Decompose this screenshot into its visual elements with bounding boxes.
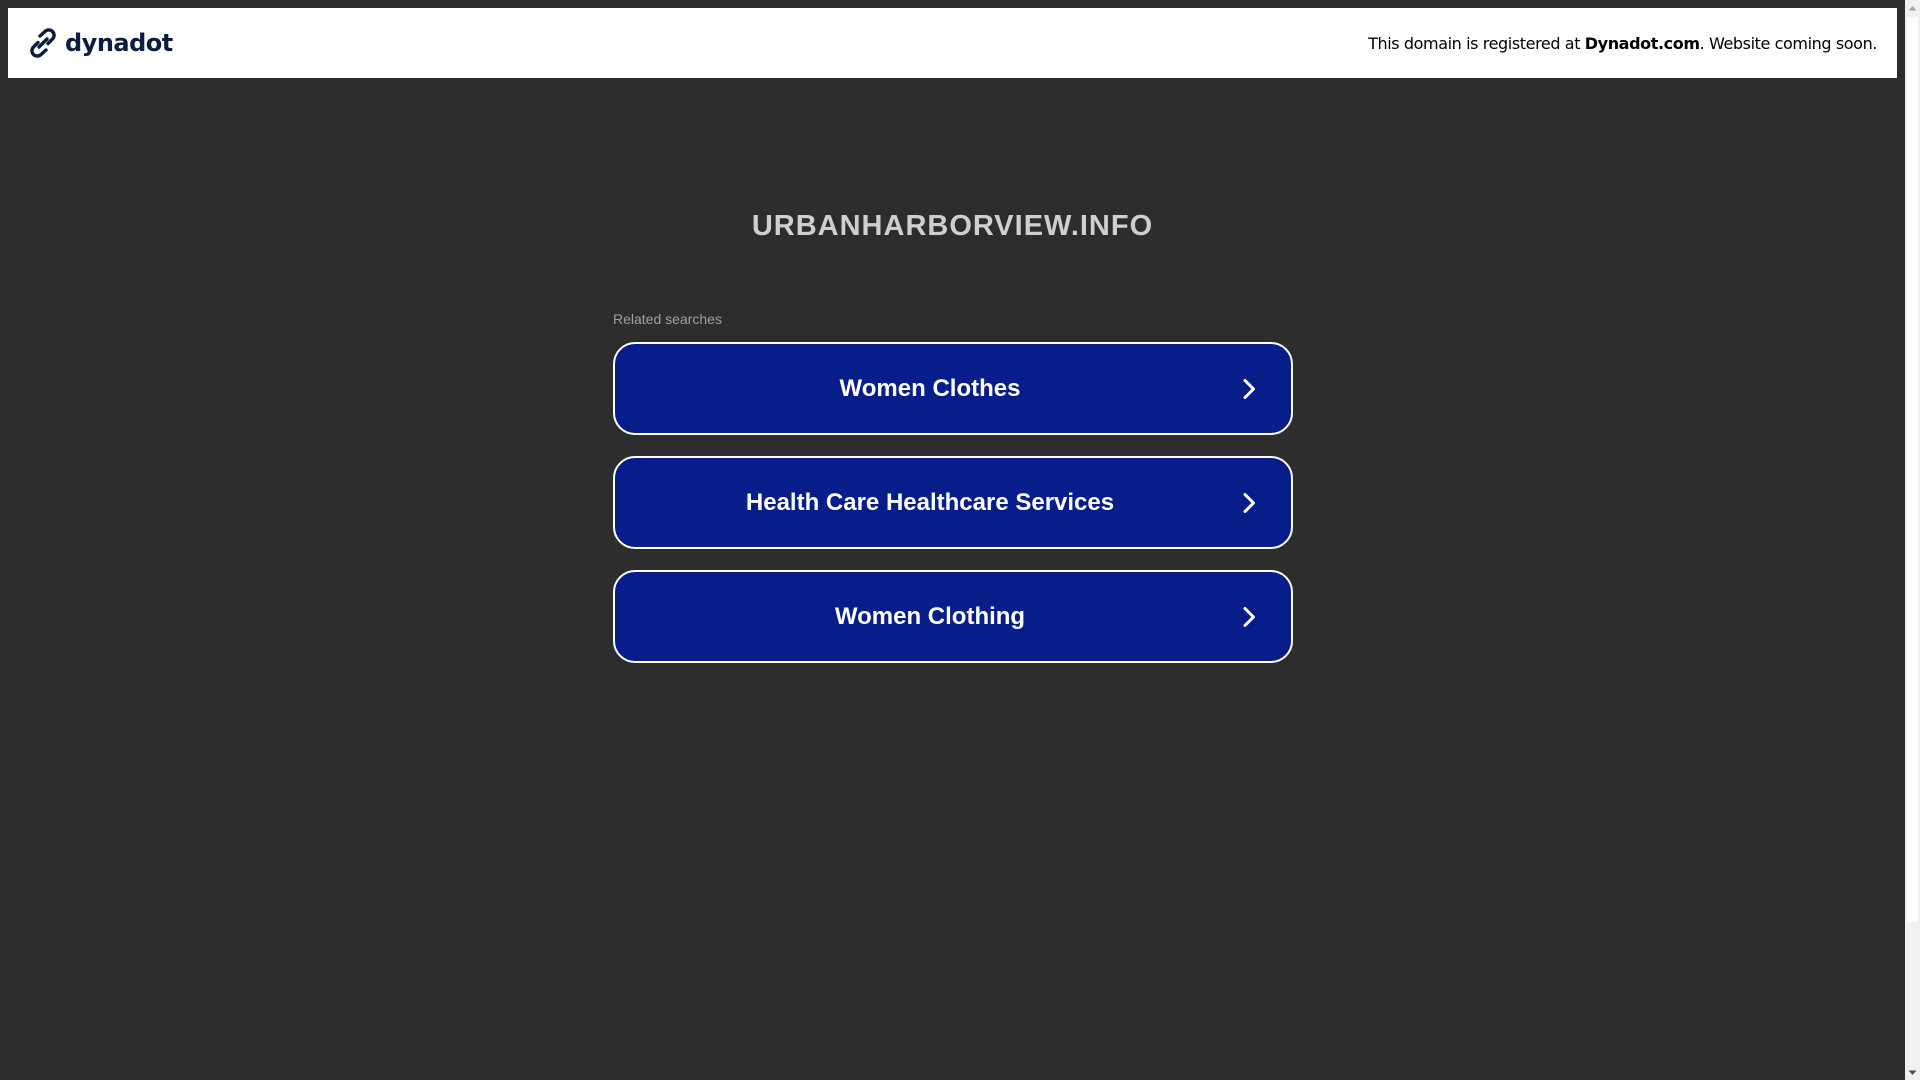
chevron-right-icon (1243, 492, 1255, 513)
scroll-up-arrow-icon[interactable] (1905, 0, 1920, 15)
related-link-label: Women Clothing (834, 602, 1026, 630)
domain-title: URBANHARBORVIEW.INFO (751, 210, 1154, 242)
related-link-label: Health Care Healthcare Services (745, 488, 1115, 516)
related-link-women-clothes[interactable]: Women Clothes (613, 342, 1293, 435)
dynadot-link[interactable]: Dynadot.com (1585, 34, 1700, 53)
chevron-right-icon (1243, 378, 1255, 399)
vertical-scrollbar[interactable] (1905, 0, 1920, 1080)
related-searches-label: Related searches (613, 311, 722, 327)
page: dynadot This domain is registered at Dyn… (0, 0, 1905, 1080)
notice-suffix: . Website coming soon. (1699, 33, 1878, 53)
registration-notice: This domain is registered at Dynadot.com… (1368, 34, 1877, 53)
brand-name: dynadot (65, 29, 173, 57)
brand-logo[interactable]: dynadot (27, 27, 173, 59)
dynadot-logo-icon (30, 28, 56, 58)
chevron-right-icon (1243, 606, 1255, 627)
notice-prefix: This domain is registered at (1368, 33, 1585, 53)
scroll-down-arrow-icon[interactable] (1905, 1065, 1920, 1080)
header-bar: dynadot This domain is registered at Dyn… (8, 8, 1897, 78)
scrollbar-thumb[interactable] (1907, 17, 1918, 922)
related-link-women-clothing[interactable]: Women Clothing (613, 570, 1293, 663)
related-link-health-care-healthcare-services[interactable]: Health Care Healthcare Services (613, 456, 1293, 549)
related-link-label: Women Clothes (839, 374, 1021, 402)
